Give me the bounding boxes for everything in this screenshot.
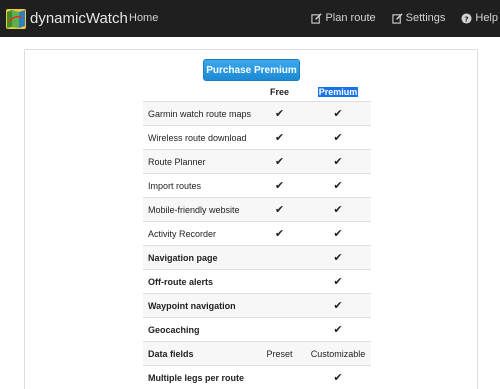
premium-value: ✔	[305, 270, 371, 294]
svg-text:?: ?	[465, 14, 469, 23]
premium-value: ✔	[305, 174, 371, 198]
premium-value: Customizable	[305, 342, 371, 366]
premium-value: ✔	[305, 318, 371, 342]
free-value: ✔	[254, 222, 305, 246]
brand[interactable]: dynamicWatch	[6, 9, 128, 29]
table-row: Route Planner ✔ ✔	[143, 150, 371, 174]
checkmark-icon: ✔	[333, 132, 342, 144]
feature-label: Activity Recorder	[143, 222, 254, 246]
free-value: ✔	[254, 198, 305, 222]
table-row: Mobile-friendly website ✔ ✔	[143, 198, 371, 222]
table-row: Navigation page ✔	[143, 246, 371, 270]
table-header-row: Free Premium	[143, 82, 371, 102]
table-row: Import routes ✔ ✔	[143, 174, 371, 198]
feature-label: Import routes	[143, 174, 254, 198]
feature-label: Garmin watch route maps	[143, 102, 254, 126]
free-value: ✔	[254, 174, 305, 198]
checkmark-icon: ✔	[275, 228, 284, 240]
nav-plan-route-link[interactable]: Plan route	[311, 12, 375, 24]
free-value: ✔	[254, 150, 305, 174]
checkmark-icon: ✔	[333, 276, 342, 288]
free-value: ✔	[254, 126, 305, 150]
premium-value: ✔	[305, 102, 371, 126]
nav-settings-link[interactable]: Settings	[392, 12, 446, 24]
checkmark-icon: ✔	[333, 180, 342, 192]
checkmark-icon: ✔	[275, 132, 284, 144]
checkmark-icon: ✔	[275, 156, 284, 168]
feature-label: Multiple legs per route	[143, 366, 254, 389]
feature-label: Waypoint navigation	[143, 294, 254, 318]
checkmark-icon: ✔	[333, 228, 342, 240]
purchase-premium-button[interactable]: Purchase Premium	[203, 59, 300, 81]
checkmark-icon: ✔	[333, 204, 342, 216]
premium-value: ✔	[305, 366, 371, 389]
table-row: Garmin watch route maps ✔ ✔	[143, 102, 371, 126]
checkmark-icon: ✔	[333, 156, 342, 168]
feature-label: Off-route alerts	[143, 270, 254, 294]
header-premium: Premium	[305, 82, 371, 102]
checkmark-icon: ✔	[333, 372, 342, 384]
feature-label: Geocaching	[143, 318, 254, 342]
table-row: Multiple legs per route ✔	[143, 366, 371, 389]
navbar: dynamicWatch Home Plan route Settings ? …	[0, 0, 500, 37]
nav-settings-label: Settings	[406, 12, 446, 24]
free-value	[254, 294, 305, 318]
checkmark-icon: ✔	[275, 108, 284, 120]
table-row: Activity Recorder ✔ ✔	[143, 222, 371, 246]
edit-icon	[392, 13, 403, 24]
premium-value: ✔	[305, 198, 371, 222]
premium-value: ✔	[305, 222, 371, 246]
brand-name: dynamicWatch	[30, 10, 128, 27]
table-row: Off-route alerts ✔	[143, 270, 371, 294]
feature-label: Data fields	[143, 342, 254, 366]
question-circle-icon: ?	[461, 13, 472, 24]
table-row: Wireless route download ✔ ✔	[143, 126, 371, 150]
free-value	[254, 318, 305, 342]
feature-rows: Garmin watch route maps✔✔Wireless route …	[143, 102, 371, 389]
free-value	[254, 366, 305, 389]
checkmark-icon: ✔	[333, 252, 342, 264]
checkmark-icon: ✔	[275, 180, 284, 192]
free-value: Preset	[254, 342, 305, 366]
feature-label: Route Planner	[143, 150, 254, 174]
nav-help-link[interactable]: ? Help	[461, 12, 498, 24]
nav-plan-route-label: Plan route	[325, 12, 375, 24]
table-row: Data fieldsPresetCustomizable	[143, 342, 371, 366]
nav-help-label: Help	[475, 12, 498, 24]
free-value: ✔	[254, 102, 305, 126]
feature-label: Navigation page	[143, 246, 254, 270]
header-premium-label: Premium	[318, 87, 359, 97]
feature-comparison-table: Free Premium Garmin watch route maps✔✔Wi…	[143, 82, 371, 389]
free-value	[254, 246, 305, 270]
table-row: Geocaching ✔	[143, 318, 371, 342]
premium-value: ✔	[305, 294, 371, 318]
nav-home-link[interactable]: Home	[129, 12, 158, 24]
nav-right-links: Plan route Settings ? Help	[311, 12, 498, 24]
premium-value: ✔	[305, 246, 371, 270]
header-free: Free	[254, 82, 305, 102]
feature-label: Wireless route download	[143, 126, 254, 150]
edit-icon	[311, 13, 322, 24]
premium-value: ✔	[305, 126, 371, 150]
premium-value: ✔	[305, 150, 371, 174]
checkmark-icon: ✔	[333, 108, 342, 120]
checkmark-icon: ✔	[333, 300, 342, 312]
feature-label: Mobile-friendly website	[143, 198, 254, 222]
checkmark-icon: ✔	[275, 204, 284, 216]
header-feature	[143, 82, 254, 102]
checkmark-icon: ✔	[333, 324, 342, 336]
free-value	[254, 270, 305, 294]
map-logo-icon	[6, 9, 26, 29]
table-row: Waypoint navigation ✔	[143, 294, 371, 318]
